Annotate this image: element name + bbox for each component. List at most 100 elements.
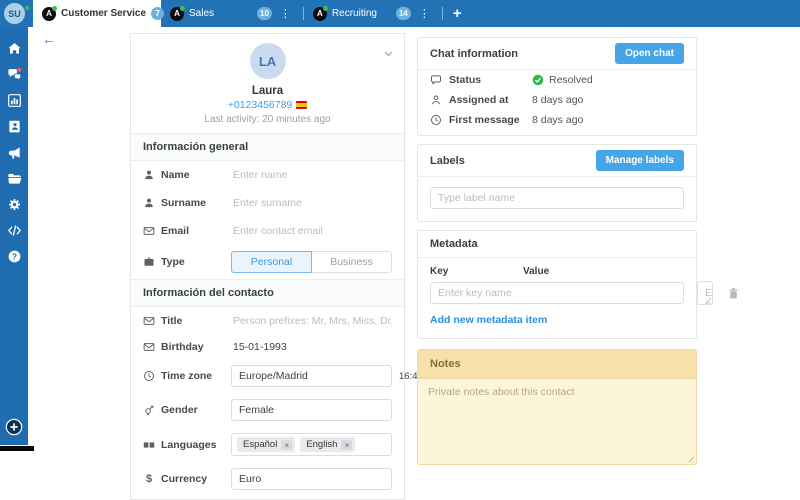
languages-input[interactable]: Español × English × xyxy=(231,433,392,456)
online-dot xyxy=(180,5,185,11)
remove-chip-icon[interactable]: × xyxy=(281,439,293,450)
settings-icon[interactable] xyxy=(7,197,22,212)
status-row: Status Resolved xyxy=(418,70,696,90)
notes-textarea[interactable] xyxy=(418,379,696,464)
user-initials: SU xyxy=(8,8,21,19)
right-panel: Chat information Open chat Status Resolv… xyxy=(417,37,738,465)
language-chip: Español × xyxy=(237,437,296,452)
field-label: Email xyxy=(161,225,190,237)
field-label: Gender xyxy=(161,404,198,416)
field-label: Birthday xyxy=(161,341,204,353)
files-icon[interactable] xyxy=(7,171,22,186)
user-icon xyxy=(143,197,155,209)
envelope-icon xyxy=(143,225,155,237)
chevron-down-icon[interactable] xyxy=(382,47,395,60)
contact-phone[interactable]: +0123456789 xyxy=(131,99,404,111)
add-account-icon[interactable] xyxy=(5,418,23,436)
metadata-value-input[interactable] xyxy=(697,281,713,305)
field-name-row: Name xyxy=(131,161,404,189)
field-birthday-row: Birthday 15-01-1993 xyxy=(131,335,404,359)
gender-icon xyxy=(143,404,155,416)
tab-menu-icon[interactable]: ⋮ xyxy=(416,7,433,20)
field-timezone-row: Time zone 16:42 (UTC +01:00) xyxy=(131,359,483,393)
first-message-row: First message 8 days ago xyxy=(418,110,696,135)
clock-icon xyxy=(143,370,155,382)
gender-input[interactable] xyxy=(231,399,392,421)
contacts-icon[interactable] xyxy=(7,119,22,134)
metadata-row xyxy=(430,281,738,305)
surname-input[interactable] xyxy=(231,195,392,211)
tab-label: Recruiting xyxy=(331,8,377,19)
tab-label: Customer Service xyxy=(61,8,147,19)
type-business-button[interactable]: Business xyxy=(311,251,392,273)
field-label: Languages xyxy=(161,438,217,451)
chat-information-card: Chat information Open chat Status Resolv… xyxy=(417,37,697,136)
workspace-logo-icon: A xyxy=(312,5,328,21)
title-input[interactable] xyxy=(231,313,392,329)
help-icon[interactable]: ? xyxy=(7,249,22,264)
row-label: First message xyxy=(449,114,520,126)
type-toggle: Personal Business xyxy=(231,251,392,273)
user-online-dot xyxy=(24,5,30,11)
statistics-icon[interactable] xyxy=(7,93,22,108)
remove-chip-icon[interactable]: × xyxy=(341,439,353,450)
campaigns-icon[interactable] xyxy=(7,145,22,160)
history-clock-icon xyxy=(430,114,442,126)
check-circle-icon xyxy=(532,74,544,86)
field-label: Surname xyxy=(161,197,206,209)
field-title-row: Title xyxy=(131,307,404,335)
metadata-key-input[interactable] xyxy=(430,282,684,304)
tab-menu-icon[interactable]: ⋮ xyxy=(277,7,294,20)
field-label: Type xyxy=(161,256,185,268)
briefcase-icon xyxy=(143,256,155,268)
workspace-logo-icon: A xyxy=(42,5,57,21)
email-input[interactable] xyxy=(231,223,392,239)
contact-panel: LA Laura +0123456789 Last activity: 20 m… xyxy=(130,33,483,500)
online-dot xyxy=(52,5,57,11)
contact-avatar: LA xyxy=(249,43,286,79)
add-workspace-button[interactable]: + xyxy=(443,0,472,27)
tab-label: Sales xyxy=(189,8,215,19)
add-metadata-link[interactable]: Add new metadata item xyxy=(430,314,547,326)
label-search-input[interactable] xyxy=(430,187,684,209)
envelope-icon xyxy=(143,341,155,353)
row-label: Assigned at xyxy=(449,94,509,106)
sidebar: ? xyxy=(0,27,28,445)
delete-metadata-icon[interactable] xyxy=(727,287,740,300)
field-currency-row: $ Currency xyxy=(131,462,404,499)
field-label: Currency xyxy=(161,473,208,485)
open-chat-button[interactable]: Open chat xyxy=(615,43,684,64)
field-surname-row: Surname xyxy=(131,189,404,217)
user-avatar[interactable]: SU xyxy=(4,3,30,24)
developer-icon[interactable] xyxy=(7,223,22,238)
birthday-value[interactable]: 15-01-1993 xyxy=(231,341,287,353)
field-email-row: Email xyxy=(131,217,404,245)
assigned-value: 8 days ago xyxy=(532,94,584,106)
top-bar: SU A Customer Service 7 ⋮ A Sales 10 ⋮ A… xyxy=(0,0,800,27)
type-personal-button[interactable]: Personal xyxy=(231,251,312,273)
workspace-tabs: A Customer Service 7 ⋮ A Sales 10 ⋮ A Re… xyxy=(33,0,472,27)
home-icon[interactable] xyxy=(7,41,22,56)
assigned-row: Assigned at 8 days ago xyxy=(418,90,696,110)
currency-input[interactable] xyxy=(231,468,392,490)
back-button[interactable]: ← xyxy=(42,31,56,47)
svg-text:?: ? xyxy=(11,251,16,261)
timezone-input[interactable] xyxy=(231,365,392,387)
tab-recruiting[interactable]: A Recruiting 14 ⋮ xyxy=(304,0,442,27)
dollar-icon: $ xyxy=(145,473,153,485)
metadata-card: Metadata Key Value Add new metadata item xyxy=(417,230,738,339)
name-input[interactable] xyxy=(231,167,392,183)
tab-sales[interactable]: A Sales 10 ⋮ xyxy=(161,0,303,27)
last-activity: Last activity: 20 minutes ago xyxy=(204,114,331,125)
chats-icon[interactable] xyxy=(7,67,22,82)
field-label: Name xyxy=(161,169,190,181)
tab-customer-service[interactable]: A Customer Service 7 ⋮ xyxy=(33,0,183,27)
status-value: Resolved xyxy=(549,74,593,86)
tab-badge: 10 xyxy=(257,7,272,20)
labels-card: Labels Manage labels xyxy=(417,144,697,222)
section-contact-info: Información del contacto xyxy=(131,279,404,307)
tab-badge: 14 xyxy=(395,7,411,20)
section-general-info: Información general xyxy=(131,133,404,161)
user-outline-icon xyxy=(430,94,442,106)
manage-labels-button[interactable]: Manage labels xyxy=(595,150,684,171)
